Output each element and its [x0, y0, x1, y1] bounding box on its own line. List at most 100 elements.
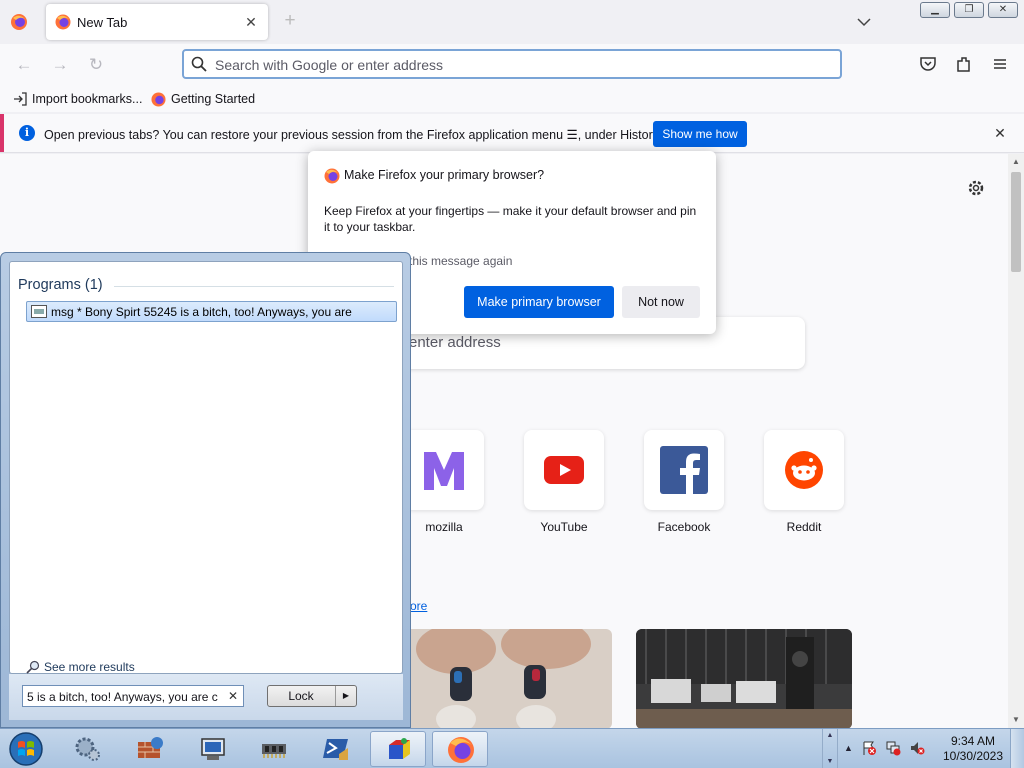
- taskbar-hardware-app[interactable]: [246, 731, 302, 767]
- show-desktop-button[interactable]: [1010, 729, 1024, 768]
- story-card-audio[interactable]: [636, 629, 852, 729]
- action-center-flag-icon[interactable]: [861, 740, 877, 756]
- gears-icon: [75, 737, 100, 761]
- extensions-icon[interactable]: [954, 54, 974, 74]
- bookmarks-toolbar: Import bookmarks... Getting Started: [0, 86, 1024, 112]
- dialog-body: Keep Firefox at your fingertips — make i…: [324, 204, 697, 234]
- firefox-logo-icon: [448, 737, 474, 763]
- start-orb-icon[interactable]: [6, 731, 46, 767]
- taskbar-scroll-up-icon[interactable]: ▲: [823, 729, 837, 742]
- story-image: [636, 629, 852, 729]
- bookmark-import-label: Import bookmarks...: [32, 92, 143, 106]
- start-search-input[interactable]: 5 is a bitch, too! Anyways, you are c ✕: [22, 685, 244, 707]
- search-icon: [191, 56, 207, 72]
- firefox-favicon-icon: [151, 91, 166, 107]
- taskbar-settings-app[interactable]: [60, 731, 116, 767]
- shortcut-label: Facebook: [657, 520, 711, 534]
- notification-close-icon[interactable]: ✕: [992, 125, 1008, 141]
- tab-strip: New Tab ✕ + ▁ ❐ ✕: [0, 0, 1024, 44]
- info-icon: i: [19, 125, 35, 141]
- dont-show-again-label[interactable]: this message again: [409, 254, 512, 268]
- firefox-view-icon[interactable]: [10, 13, 28, 31]
- story-image: [396, 629, 612, 729]
- shortcut-tile: [644, 430, 724, 510]
- bookmark-getting-started-label: Getting Started: [171, 92, 256, 106]
- volume-muted-icon[interactable]: [909, 740, 925, 756]
- show-hidden-icons-icon[interactable]: ▲: [844, 743, 853, 753]
- bookmark-import[interactable]: Import bookmarks...: [13, 90, 142, 108]
- shortcut-label: mozilla: [425, 520, 463, 534]
- taskbar-firewall-app[interactable]: [122, 731, 178, 767]
- scroll-thumb[interactable]: [1011, 172, 1021, 272]
- search-result-item[interactable]: msg * Bony Spirt 55245 is a bitch, too! …: [26, 301, 397, 322]
- shortcut-tile: [524, 430, 604, 510]
- clock-time: 9:34 AM: [950, 734, 996, 748]
- taskbar-active-app[interactable]: [370, 731, 426, 767]
- settings-gear-icon[interactable]: [966, 178, 986, 198]
- list-all-tabs-icon[interactable]: [854, 12, 874, 32]
- magnifier-icon: [26, 660, 40, 674]
- start-menu: Programs (1) msg * Bony Spirt 55245 is a…: [0, 252, 411, 728]
- new-tab-button[interactable]: +: [280, 11, 300, 31]
- url-input[interactable]: [215, 55, 815, 75]
- shortcut-reddit[interactable]: Reddit: [764, 430, 844, 534]
- pocket-icon[interactable]: [918, 54, 938, 74]
- shortcut-tile: [764, 430, 844, 510]
- lock-button[interactable]: Lock ▶: [267, 685, 357, 707]
- reload-icon[interactable]: ↻: [85, 54, 107, 76]
- story-card-earbuds[interactable]: [396, 629, 612, 729]
- app-menu-icon[interactable]: [990, 54, 1010, 74]
- restore-button[interactable]: ❐: [954, 2, 984, 18]
- minimize-button[interactable]: ▁: [920, 2, 950, 18]
- url-bar[interactable]: [182, 49, 842, 79]
- show-me-how-button[interactable]: Show me how: [653, 121, 747, 147]
- divider: [114, 286, 394, 287]
- search-result-label: msg * Bony Spirt 55245 is a bitch, too! …: [51, 305, 352, 319]
- shortcut-youtube[interactable]: YouTube: [524, 430, 604, 534]
- page-scrollbar[interactable]: ▲ ▼: [1008, 154, 1024, 729]
- forward-icon[interactable]: →: [49, 54, 71, 76]
- see-more-results-label: See more results: [44, 660, 135, 674]
- network-icon[interactable]: [885, 740, 901, 756]
- make-primary-browser-button[interactable]: Make primary browser: [464, 286, 614, 318]
- youtube-icon: [544, 456, 584, 484]
- firewall-icon: [138, 737, 163, 758]
- not-now-button[interactable]: Not now: [622, 286, 700, 318]
- shortcut-facebook[interactable]: Facebook: [644, 430, 724, 534]
- shortcut-label: YouTube: [540, 520, 588, 534]
- taskbar-scroll[interactable]: ▲ ▼: [822, 729, 838, 768]
- start-menu-results-pane: Programs (1) msg * Bony Spirt 55245 is a…: [9, 261, 403, 674]
- taskbar-scroll-down-icon[interactable]: ▼: [823, 755, 837, 768]
- shutdown-options-arrow-icon[interactable]: ▶: [335, 686, 356, 706]
- taskbar-remote-desktop-app[interactable]: [184, 731, 240, 767]
- close-window-button[interactable]: ✕: [988, 2, 1018, 18]
- shortcut-tile: [404, 430, 484, 510]
- lock-button-label: Lock: [288, 689, 314, 703]
- memory-chip-icon: [262, 744, 286, 758]
- firefox-logo-icon: [324, 168, 340, 184]
- firefox-favicon-icon: [55, 14, 71, 30]
- shortcut-label: Reddit: [786, 520, 822, 534]
- taskbar-firefox-app[interactable]: [432, 731, 488, 767]
- tab-title: New Tab: [77, 15, 128, 30]
- facebook-icon: [660, 446, 708, 494]
- clear-search-icon[interactable]: ✕: [228, 689, 238, 703]
- system-tray: ▲: [844, 740, 925, 756]
- taskbar-clock[interactable]: 9:34 AM 10/30/2023: [938, 734, 1008, 764]
- tab-close-icon[interactable]: ✕: [242, 13, 260, 31]
- shortcut-mozilla[interactable]: mozilla: [404, 430, 484, 534]
- newtab-search-placeholder: enter address: [409, 334, 501, 351]
- window-controls: ▁ ❐ ✕: [920, 2, 1018, 20]
- taskbar-powershell-app[interactable]: [308, 731, 364, 767]
- scroll-up-icon[interactable]: ▲: [1011, 157, 1021, 167]
- see-more-results-link[interactable]: See more results: [26, 660, 135, 674]
- bookmark-getting-started[interactable]: Getting Started: [151, 90, 255, 108]
- start-menu-bottom: 5 is a bitch, too! Anyways, you are c ✕ …: [9, 674, 403, 720]
- learn-more-link[interactable]: ore: [410, 599, 427, 613]
- clock-date: 10/30/2023: [942, 749, 1004, 763]
- back-icon[interactable]: ←: [13, 54, 35, 76]
- program-icon: [31, 305, 47, 318]
- mozilla-icon: [424, 452, 464, 490]
- tab-new-tab[interactable]: New Tab ✕: [46, 4, 268, 40]
- scroll-down-icon[interactable]: ▼: [1011, 715, 1021, 725]
